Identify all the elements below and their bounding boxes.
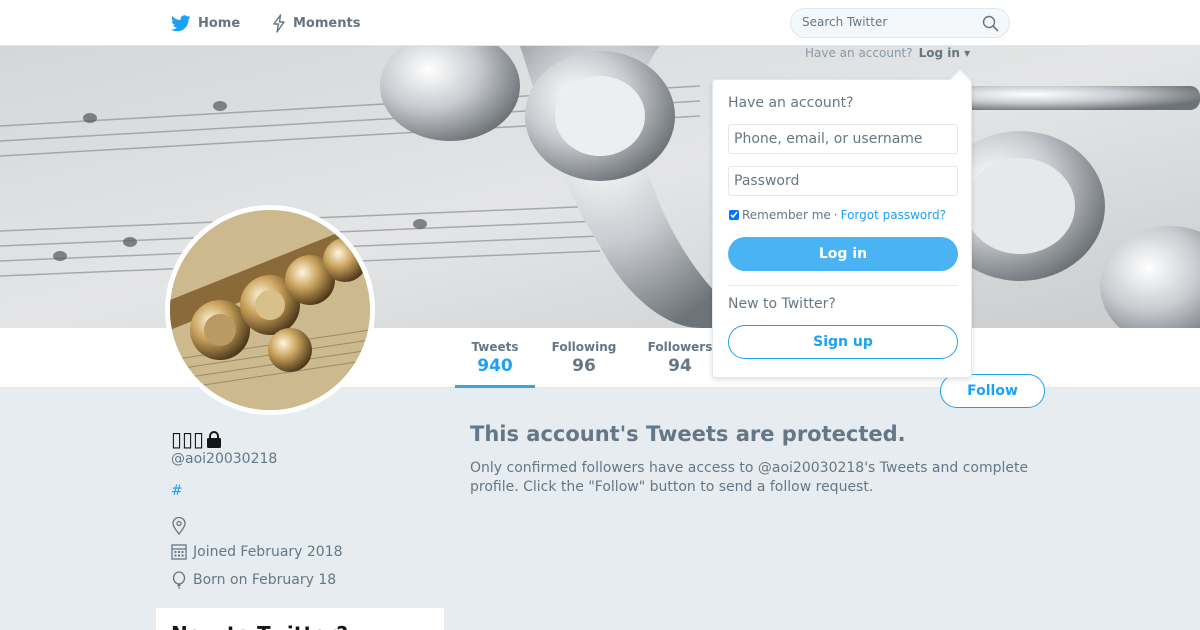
remember-me-label[interactable]: Remember me [742, 208, 831, 222]
search-input[interactable] [802, 15, 972, 29]
stat-followers-label: Followers [647, 340, 713, 354]
follow-button[interactable]: Follow [940, 374, 1045, 408]
nav-moments-label: Moments [293, 15, 361, 31]
profile-location [171, 517, 187, 535]
stat-following[interactable]: Following 96 [545, 328, 623, 388]
protected-title: This account's Tweets are protected. [470, 422, 906, 446]
stat-tweets-value: 940 [477, 356, 513, 376]
profile-join-date-text: Joined February 2018 [193, 543, 343, 560]
stat-tweets-label: Tweets [471, 340, 519, 354]
stat-tweets[interactable]: Tweets 940 [455, 328, 535, 388]
forgot-password-link[interactable]: Forgot password? [841, 208, 946, 222]
login-link[interactable]: Log in ▾ [919, 46, 971, 60]
lightning-icon [273, 13, 285, 33]
username-input[interactable] [729, 125, 957, 153]
new-to-twitter-card: New to Twitter? [156, 608, 444, 630]
new-to-twitter-label: New to Twitter? [728, 296, 836, 312]
profile-name-text: ▯▯▯ [171, 427, 205, 451]
nav-moments[interactable]: Moments [272, 0, 360, 46]
dropdown-divider [728, 285, 958, 286]
password-field-wrapper [728, 166, 958, 196]
avatar[interactable] [165, 205, 375, 415]
password-input[interactable] [729, 167, 957, 195]
stat-followers-value: 94 [668, 356, 692, 376]
profile-handle[interactable]: @aoi20030218 [171, 451, 277, 467]
search-box [790, 8, 1010, 38]
nav-home[interactable]: Home [171, 0, 240, 46]
profile-name: ▯▯▯ [171, 427, 222, 451]
top-navigation-bar: Home Moments [0, 0, 1200, 46]
stat-followers[interactable]: Followers 94 [642, 328, 718, 388]
balloon-icon [172, 571, 186, 589]
stat-following-value: 96 [572, 356, 596, 376]
profile-birthday: Born on February 18 [171, 571, 336, 589]
stat-following-label: Following [551, 340, 617, 354]
profile-join-date: Joined February 2018 [171, 543, 343, 560]
login-heading: Have an account? [728, 95, 854, 111]
location-pin-icon [172, 517, 186, 535]
protected-description: Only confirmed followers have access to … [470, 460, 1029, 495]
caret-down-icon: ▾ [964, 46, 971, 60]
profile-birthday-text: Born on February 18 [193, 572, 337, 588]
nav-home-label: Home [198, 15, 241, 31]
login-prompt: Have an account? Log in ▾ [805, 46, 970, 60]
login-link-label: Log in [918, 46, 960, 60]
profile-hashtag-link[interactable]: # [171, 483, 183, 499]
twitter-bird-icon [171, 14, 191, 31]
login-prompt-text: Have an account? [805, 46, 913, 60]
search-icon[interactable] [982, 15, 999, 32]
signup-button[interactable]: Sign up [728, 325, 958, 359]
remember-row: Remember me · Forgot password? [728, 208, 946, 222]
lock-icon [207, 430, 222, 448]
separator-dot: · [833, 208, 838, 222]
login-dropdown: Have an account? Remember me · Forgot pa… [712, 69, 972, 378]
username-field-wrapper [728, 124, 958, 154]
calendar-icon [171, 544, 187, 560]
new-to-twitter-heading: New to Twitter? [171, 622, 348, 630]
remember-me-checkbox[interactable] [729, 210, 739, 220]
login-button[interactable]: Log in [728, 237, 958, 271]
